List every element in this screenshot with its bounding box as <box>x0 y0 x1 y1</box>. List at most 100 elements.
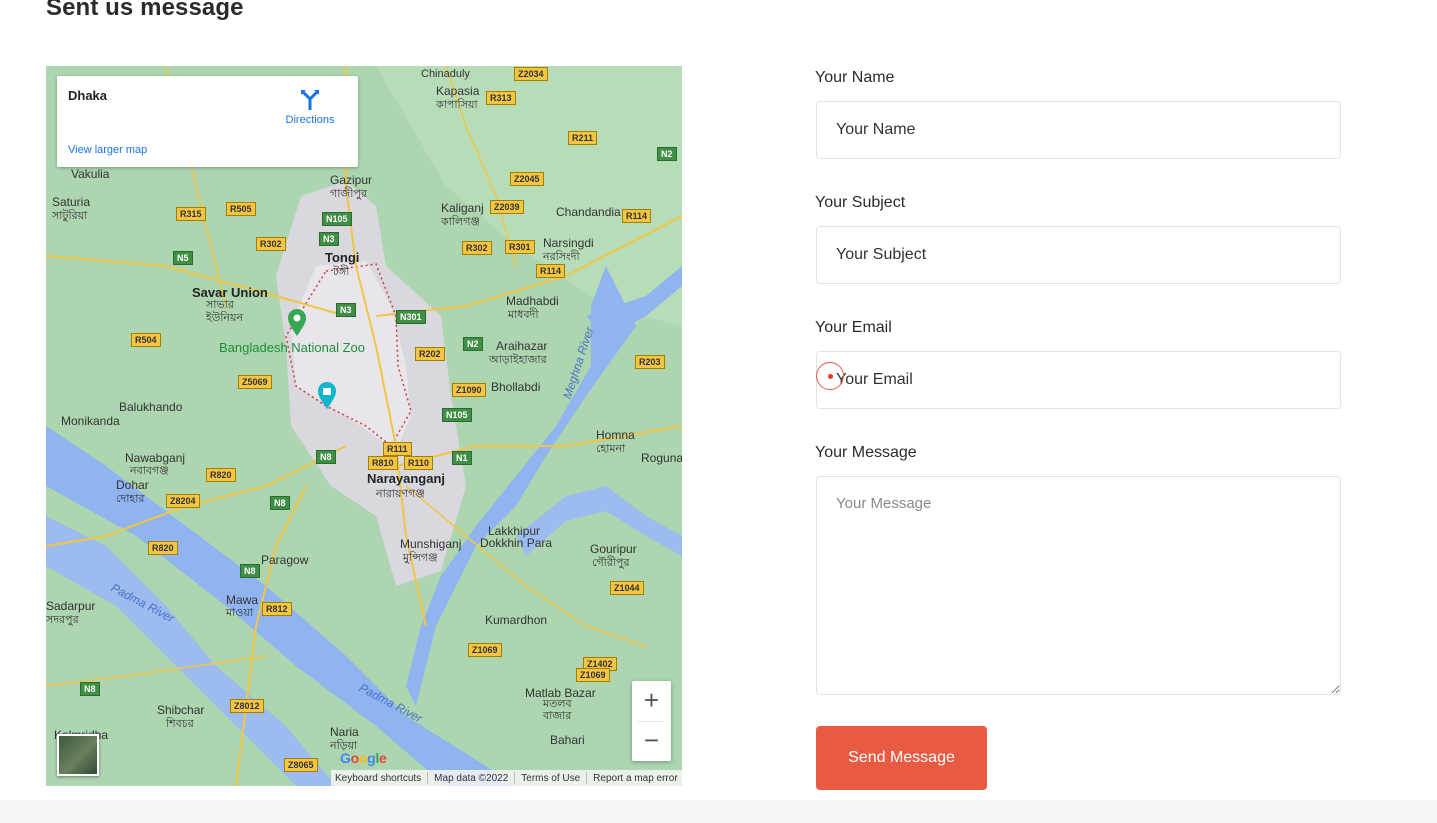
map-label-bahari: Bahari <box>550 733 585 747</box>
map-label-narayanganj-bn: নারায়ণগঞ্জ <box>376 488 425 500</box>
road-shield: N2 <box>463 337 483 351</box>
road-shield: R111 <box>383 442 412 456</box>
attribution-divider <box>427 772 429 784</box>
zoom-out-button[interactable]: − <box>632 721 671 761</box>
road-shield: R211 <box>568 131 598 145</box>
road-shield: N2 <box>657 147 677 161</box>
map-label-gouripur-bn: গৌরীপুর <box>592 557 630 569</box>
message-textarea[interactable] <box>816 476 1341 695</box>
map-label-mawa-bn: মাওয়া <box>226 607 254 619</box>
directions-label: Directions <box>285 114 335 126</box>
map-label-chinaduly: Chinaduly <box>421 68 470 80</box>
road-shield: N3 <box>319 232 339 246</box>
section-title: Sent us message <box>46 0 244 21</box>
report-map-error-link[interactable]: Report a map error <box>593 773 677 784</box>
road-shield: N8 <box>240 564 260 578</box>
road-shield: N105 <box>322 212 352 226</box>
name-input[interactable] <box>816 101 1341 159</box>
road-shield: R301 <box>505 240 535 254</box>
map-label-shibchar-bn: শিবচর <box>166 718 194 730</box>
map-label-narayanganj: Narayanganj <box>367 471 446 486</box>
map-label-kaliganj-bn: কালিগঞ্জ <box>441 216 480 228</box>
road-shield: R820 <box>148 541 178 555</box>
place-info-card: Dhaka Directions View larger map <box>57 76 358 167</box>
map-label-balukhando: Balukhando <box>119 400 183 414</box>
name-label: Your Name <box>815 69 895 86</box>
logo-letter: o <box>358 750 368 766</box>
map-label-madhabdi-bn: মাধবদী <box>508 309 539 321</box>
subject-input[interactable] <box>816 226 1341 284</box>
road-shield: Z8204 <box>166 494 200 508</box>
road-shield: R203 <box>635 355 665 369</box>
road-shield: Z1044 <box>610 581 644 595</box>
attribution-divider <box>514 772 516 784</box>
map-label-dohar-bn: দোহার <box>116 493 145 505</box>
map-label-munshiganj-bn: মুন্সিগঞ্জ <box>403 552 438 564</box>
road-shield: R315 <box>176 207 206 221</box>
place-name: Dhaka <box>68 88 108 103</box>
map-label-araihazar-bn: আড়াইহাজার <box>489 354 547 366</box>
road-shield: N301 <box>396 310 426 324</box>
zoom-in-button[interactable]: + <box>632 681 671 721</box>
logo-letter: o <box>350 750 360 766</box>
road-shield: Z2039 <box>490 200 524 214</box>
map-label-savar-bn: সাভার ইউনিয়ন <box>206 299 244 324</box>
map-label-chandandia: Chandandia <box>556 205 621 219</box>
satellite-toggle-button[interactable] <box>57 734 99 776</box>
map-label-gazipur-bn: গাজীপুর <box>330 188 367 200</box>
directions-button[interactable]: Directions <box>280 88 340 126</box>
map-label-paragow: Paragow <box>261 553 309 567</box>
keyboard-shortcuts-link[interactable]: Keyboard shortcuts <box>335 773 421 784</box>
road-shield: R505 <box>226 202 256 216</box>
map-label-tongi-bn: টঙ্গী <box>333 266 350 278</box>
road-shield: R812 <box>262 602 292 616</box>
road-shield: N8 <box>316 450 336 464</box>
send-message-button[interactable]: Send Message <box>816 726 987 790</box>
road-shield: R810 <box>368 456 398 470</box>
landmark-marker-icon[interactable] <box>317 382 337 410</box>
road-shield: Z1069 <box>576 668 610 682</box>
road-shield: R114 <box>536 264 566 278</box>
road-shield: N8 <box>80 682 100 696</box>
logo-letter: G <box>340 750 351 766</box>
road-shield: Z8065 <box>284 758 318 772</box>
map-data-text: Map data ©2022 <box>434 772 509 784</box>
road-shield: R313 <box>486 91 516 105</box>
road-shield: N1 <box>452 451 472 465</box>
road-shield: Z8012 <box>230 699 264 713</box>
zoom-controls: + − <box>632 681 671 761</box>
map-attribution-bar: Keyboard shortcuts Map data ©2022 Terms … <box>331 770 682 786</box>
road-shield: N105 <box>442 408 472 422</box>
map-label-bhollabdi: Bhollabdi <box>491 380 541 394</box>
map-label-zoo: Bangladesh National Zoo <box>219 340 365 355</box>
subject-label: Your Subject <box>815 194 906 211</box>
directions-icon <box>301 90 319 110</box>
zoo-marker-icon[interactable] <box>287 309 307 337</box>
map-label-saturia-bn: সাটুরিয়া <box>52 210 88 222</box>
embedded-map[interactable]: Gazipur গাজীপুর Tongi টঙ্গী Savar Union … <box>46 66 682 786</box>
road-shield: Z2034 <box>514 67 548 81</box>
map-label-vakulia: Vakulia <box>71 167 110 181</box>
email-label: Your Email <box>815 319 892 336</box>
terms-of-use-link[interactable]: Terms of Use <box>521 773 580 784</box>
road-shield: Z1069 <box>468 643 502 657</box>
road-shield: N5 <box>173 251 193 265</box>
road-shield: R114 <box>622 209 652 223</box>
map-label-kumardhon: Kumardhon <box>485 613 548 627</box>
road-shield: Z1090 <box>452 383 486 397</box>
road-shield: R504 <box>131 333 161 347</box>
road-shield: R820 <box>206 468 236 482</box>
road-shield: R302 <box>256 237 286 251</box>
logo-letter: e <box>378 750 387 766</box>
map-label-matlab-bn: মতলব বাজার <box>543 698 572 722</box>
road-shield: N3 <box>336 303 356 317</box>
map-label-roguna: Roguna <box>641 451 682 465</box>
road-shield: R202 <box>415 347 445 361</box>
view-larger-map-link[interactable]: View larger map <box>68 144 147 156</box>
map-label-monikanda: Monikanda <box>61 414 120 428</box>
map-label-kapasia-bn: কাপাসিয়া <box>436 99 478 111</box>
map-label-homna-bn: হোমনা <box>596 443 626 455</box>
email-input[interactable] <box>816 351 1341 409</box>
road-shield: R302 <box>462 241 492 255</box>
road-shield: R110 <box>404 456 434 470</box>
